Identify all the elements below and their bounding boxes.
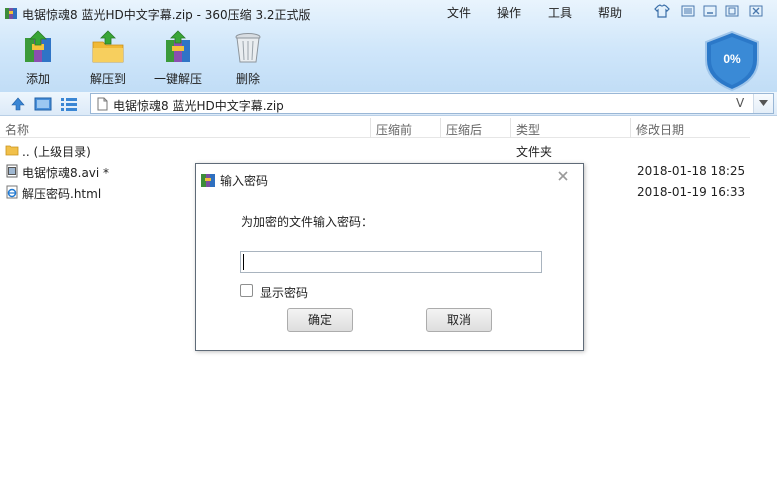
extract-folder-icon: [92, 30, 124, 63]
add-label: 添加: [25, 72, 50, 86]
one-click-extract-label: 一键解压: [153, 72, 202, 86]
one-click-extract-button[interactable]: 一键解压: [148, 30, 208, 87]
close-icon[interactable]: [748, 4, 764, 18]
add-archive-icon: [25, 30, 51, 62]
text-caret: [243, 254, 244, 270]
address-dropdown-button[interactable]: [753, 94, 773, 113]
delete-label: 删除: [235, 72, 260, 86]
column-header-row: 名称 压缩前 压缩后 类型 修改日期: [0, 118, 750, 138]
show-password-label[interactable]: 显示密码: [260, 284, 308, 301]
address-row: 电锯惊魂8 蓝光HD中文字幕.zip V: [0, 92, 777, 116]
column-divider[interactable]: [510, 118, 511, 138]
file-modified: 2018-01-19 16:33: [637, 185, 746, 199]
file-row-parent[interactable]: .. (上级目录) 文件夹: [0, 140, 750, 161]
chevron-down-icon: [759, 100, 768, 106]
window-title: 电锯惊魂8 蓝光HD中文字幕.zip - 360压缩 3.2正式版: [22, 8, 311, 22]
trash-icon: [235, 33, 261, 63]
file-name: .. (上级目录): [22, 145, 91, 159]
column-divider[interactable]: [440, 118, 441, 138]
maximize-icon[interactable]: [724, 4, 740, 18]
filter-icon[interactable]: V: [736, 96, 744, 110]
close-icon[interactable]: [556, 169, 570, 183]
html-file-icon: [6, 185, 18, 199]
file-modified: 2018-01-18 18:25: [637, 164, 746, 178]
minimize-icon[interactable]: [702, 4, 718, 18]
password-input[interactable]: [240, 251, 542, 273]
column-name[interactable]: 名称: [5, 121, 29, 138]
extract-to-label: 解压到: [89, 72, 126, 86]
menu-tools[interactable]: 工具: [548, 4, 572, 21]
skin-icon[interactable]: [654, 4, 670, 18]
column-type[interactable]: 类型: [516, 121, 540, 138]
address-bar[interactable]: 电锯惊魂8 蓝光HD中文字幕.zip V: [90, 93, 774, 114]
address-path: 电锯惊魂8 蓝光HD中文字幕.zip: [113, 99, 284, 113]
show-password-checkbox[interactable]: [240, 284, 253, 297]
add-button[interactable]: 添加: [8, 30, 68, 87]
menu-file[interactable]: 文件: [447, 4, 471, 21]
list-view-icon[interactable]: [60, 96, 78, 112]
password-prompt: 为加密的文件输入密码：: [241, 215, 374, 229]
column-after-size[interactable]: 压缩后: [446, 121, 482, 138]
column-before-size[interactable]: 压缩前: [376, 121, 412, 138]
archive-app-icon: [5, 8, 17, 19]
column-divider[interactable]: [630, 118, 631, 138]
menu-help[interactable]: 帮助: [598, 4, 622, 21]
video-file-icon: [6, 164, 18, 178]
cancel-button[interactable]: 取消: [426, 308, 492, 332]
security-percent: 0%: [723, 52, 741, 66]
menu-icon[interactable]: [680, 4, 696, 18]
delete-button[interactable]: 删除: [218, 30, 278, 87]
ok-button[interactable]: 确定: [287, 308, 353, 332]
archive-app-icon: [201, 174, 215, 187]
extract-to-button[interactable]: 解压到: [78, 30, 138, 87]
file-type: 文件夹: [516, 145, 553, 159]
up-arrow-icon[interactable]: [10, 96, 26, 112]
top-toolbar-area: 电锯惊魂8 蓝光HD中文字幕.zip - 360压缩 3.2正式版 文件 操作 …: [0, 0, 777, 92]
file-icon: [97, 97, 108, 111]
menu-operate[interactable]: 操作: [497, 4, 521, 21]
password-dialog: 输入密码 为加密的文件输入密码： 显示密码 确定 取消: [195, 163, 584, 351]
column-modified[interactable]: 修改日期: [636, 121, 684, 138]
thumbnail-view-icon[interactable]: [34, 96, 52, 112]
dialog-title: 输入密码: [220, 174, 269, 188]
column-divider[interactable]: [370, 118, 371, 138]
file-name: 电锯惊魂8.avi *: [22, 166, 110, 180]
file-name: 解压密码.html: [22, 187, 102, 201]
vertical-scrollbar[interactable]: [750, 116, 777, 486]
one-click-extract-icon: [166, 30, 190, 62]
folder-icon: [5, 145, 19, 156]
